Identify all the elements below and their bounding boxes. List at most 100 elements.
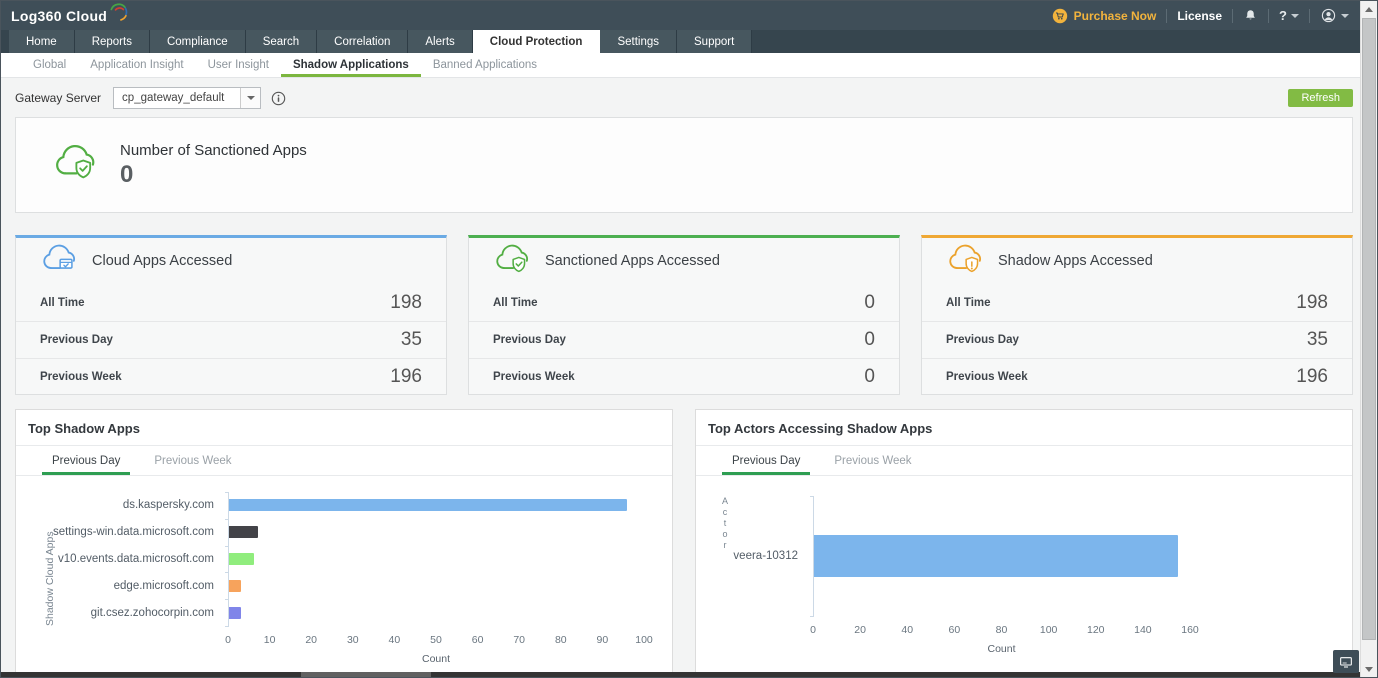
- charts-row: Top Shadow AppsPrevious DayPrevious Week…: [15, 409, 1353, 678]
- stat-row-label: Previous Week: [493, 371, 575, 383]
- topbar-actions: Purchase Now License ?: [1052, 7, 1349, 24]
- scroll-down-arrow[interactable]: [1361, 661, 1377, 677]
- nav-tab-search[interactable]: Search: [246, 30, 317, 53]
- bar-ds-kaspersky-com[interactable]: [229, 499, 627, 511]
- scroll-up-arrow[interactable]: [1361, 1, 1377, 17]
- stat-row-previous-day: Previous Day0: [469, 321, 899, 358]
- stat-row-previous-day: Previous Day35: [16, 321, 446, 358]
- main-nav-tabs: HomeReportsComplianceSearchCorrelationAl…: [9, 30, 752, 53]
- x-tick-label: 120: [1087, 624, 1105, 636]
- chart-card-top-actors-accessing-shadow-apps: Top Actors Accessing Shadow AppsPrevious…: [695, 409, 1353, 678]
- subnav-item-banned-applications[interactable]: Banned Applications: [421, 59, 549, 77]
- nav-tab-support[interactable]: Support: [677, 30, 752, 53]
- stat-row-value: 198: [1296, 292, 1328, 314]
- bar-settings-win-data-microsoft-com[interactable]: [229, 526, 258, 538]
- stat-card-shadow-apps-accessed: Shadow Apps Accessed All Time 198 Previous …: [921, 235, 1353, 395]
- y-axis-tick: [225, 492, 229, 493]
- x-tick-label: 60: [472, 634, 484, 646]
- x-axis-label: Count: [813, 643, 1190, 655]
- topbar-divider: [1166, 9, 1167, 23]
- stat-card-title: Cloud Apps Accessed: [92, 253, 232, 269]
- cloud-shield-check-icon: [493, 243, 531, 280]
- bar-v10-events-data-microsoft-com[interactable]: [229, 553, 254, 565]
- category-label: settings-win.data.microsoft.com: [16, 519, 222, 546]
- stat-row-previous-week: Previous Week196: [922, 358, 1352, 395]
- subnav-item-user-insight[interactable]: User Insight: [196, 59, 281, 77]
- subnav-item-shadow-applications[interactable]: Shadow Applications: [281, 59, 421, 77]
- stat-row-label: All Time: [946, 297, 991, 309]
- stat-row-value: 198: [390, 292, 422, 314]
- vertical-scrollbar[interactable]: [1360, 1, 1377, 677]
- page-content: Gateway Server cp_gateway_default Refres…: [15, 85, 1353, 678]
- x-axis-ticks: 0102030405060708090100: [228, 634, 644, 648]
- cloud-shield-check-icon: [52, 143, 98, 187]
- license-link[interactable]: License: [1177, 9, 1222, 23]
- refresh-button[interactable]: Refresh: [1288, 89, 1353, 107]
- main-nav: HomeReportsComplianceSearchCorrelationAl…: [1, 30, 1377, 53]
- chevron-down-icon: [1291, 14, 1299, 18]
- stat-row-value: 35: [1307, 329, 1328, 351]
- help-menu-button[interactable]: ?: [1279, 8, 1299, 23]
- stat-card-title: Shadow Apps Accessed: [998, 253, 1153, 269]
- cloud-shield-alert-icon: [946, 243, 984, 280]
- nav-tab-home[interactable]: Home: [9, 30, 75, 53]
- stat-row-value: 35: [401, 329, 422, 351]
- nav-tab-cloud-protection[interactable]: Cloud Protection: [473, 30, 601, 53]
- y-axis-tick: [225, 519, 229, 520]
- topbar-divider: [1309, 9, 1310, 23]
- purchase-now-label: Purchase Now: [1074, 9, 1157, 23]
- summary-value: 0: [120, 161, 307, 189]
- summary-text: Number of Sanctioned Apps 0: [120, 142, 307, 189]
- gateway-server-select[interactable]: cp_gateway_default: [113, 87, 261, 109]
- vertical-scrollbar-thumb[interactable]: [1362, 18, 1376, 640]
- nav-tab-correlation[interactable]: Correlation: [317, 30, 408, 53]
- stat-row-label: All Time: [493, 297, 538, 309]
- x-tick-label: 20: [854, 624, 866, 636]
- info-icon[interactable]: [271, 91, 286, 106]
- feedback-button[interactable]: [1333, 650, 1359, 673]
- gateway-server-label: Gateway Server: [15, 91, 101, 105]
- user-menu-button[interactable]: [1320, 7, 1349, 24]
- x-tick-label: 80: [996, 624, 1008, 636]
- y-axis-tick: [225, 572, 229, 573]
- x-tick-label: 0: [225, 634, 231, 646]
- sanctioned-apps-summary-card: Number of Sanctioned Apps 0: [15, 117, 1353, 213]
- stat-card-cloud-apps-accessed: Cloud Apps AccessedAll Time198Previous D…: [15, 235, 447, 395]
- subnav-item-global[interactable]: Global: [21, 59, 78, 77]
- bar-veera-10312[interactable]: [814, 535, 1178, 577]
- x-tick-label: 50: [430, 634, 442, 646]
- log360-cloud-window: Log360 Cloud Purchase Now License: [0, 0, 1378, 678]
- chart-tab-previous-day[interactable]: Previous Day: [722, 455, 810, 475]
- notifications-bell-button[interactable]: [1243, 8, 1258, 23]
- app-logo[interactable]: Log360 Cloud: [11, 8, 128, 24]
- horizontal-scrollbar-thumb[interactable]: [301, 672, 431, 677]
- bell-icon: [1243, 8, 1258, 23]
- x-tick-label: 90: [597, 634, 609, 646]
- chart-tab-previous-week[interactable]: Previous Week: [824, 455, 921, 475]
- summary-title: Number of Sanctioned Apps: [120, 142, 307, 159]
- logo-text: Log360 Cloud: [11, 8, 107, 24]
- nav-tab-settings[interactable]: Settings: [600, 30, 677, 53]
- stat-row-value: 196: [1296, 366, 1328, 388]
- x-axis-label: Count: [228, 653, 644, 665]
- purchase-now-link[interactable]: Purchase Now: [1052, 8, 1157, 24]
- stat-card-sanctioned-apps-accessed: Sanctioned Apps AccessedAll Time0Previou…: [468, 235, 900, 395]
- y-axis-tick: [225, 599, 229, 600]
- stat-cards-row: Cloud Apps Accessed All Time 198 Previous D…: [15, 235, 1353, 395]
- stat-row-all-time: All Time0: [469, 284, 899, 321]
- subnav-item-application-insight[interactable]: Application Insight: [78, 59, 195, 77]
- horizontal-scrollbar[interactable]: [1, 672, 1377, 677]
- chart-tab-previous-week[interactable]: Previous Week: [144, 455, 241, 475]
- bar-git-csez-zohocorpin-com[interactable]: [229, 607, 241, 619]
- x-tick-label: 80: [555, 634, 567, 646]
- category-label: veera-10312: [696, 496, 806, 616]
- x-tick-label: 30: [347, 634, 359, 646]
- nav-tab-compliance[interactable]: Compliance: [150, 30, 246, 53]
- nav-tab-alerts[interactable]: Alerts: [408, 30, 472, 53]
- bar-edge-microsoft-com[interactable]: [229, 580, 241, 592]
- chart-tab-previous-day[interactable]: Previous Day: [42, 455, 130, 475]
- stat-row-previous-week: Previous Week196: [16, 358, 446, 395]
- nav-tab-reports[interactable]: Reports: [75, 30, 150, 53]
- stat-row-previous-week: Previous Week0: [469, 358, 899, 395]
- top-header: Log360 Cloud Purchase Now License: [1, 1, 1377, 30]
